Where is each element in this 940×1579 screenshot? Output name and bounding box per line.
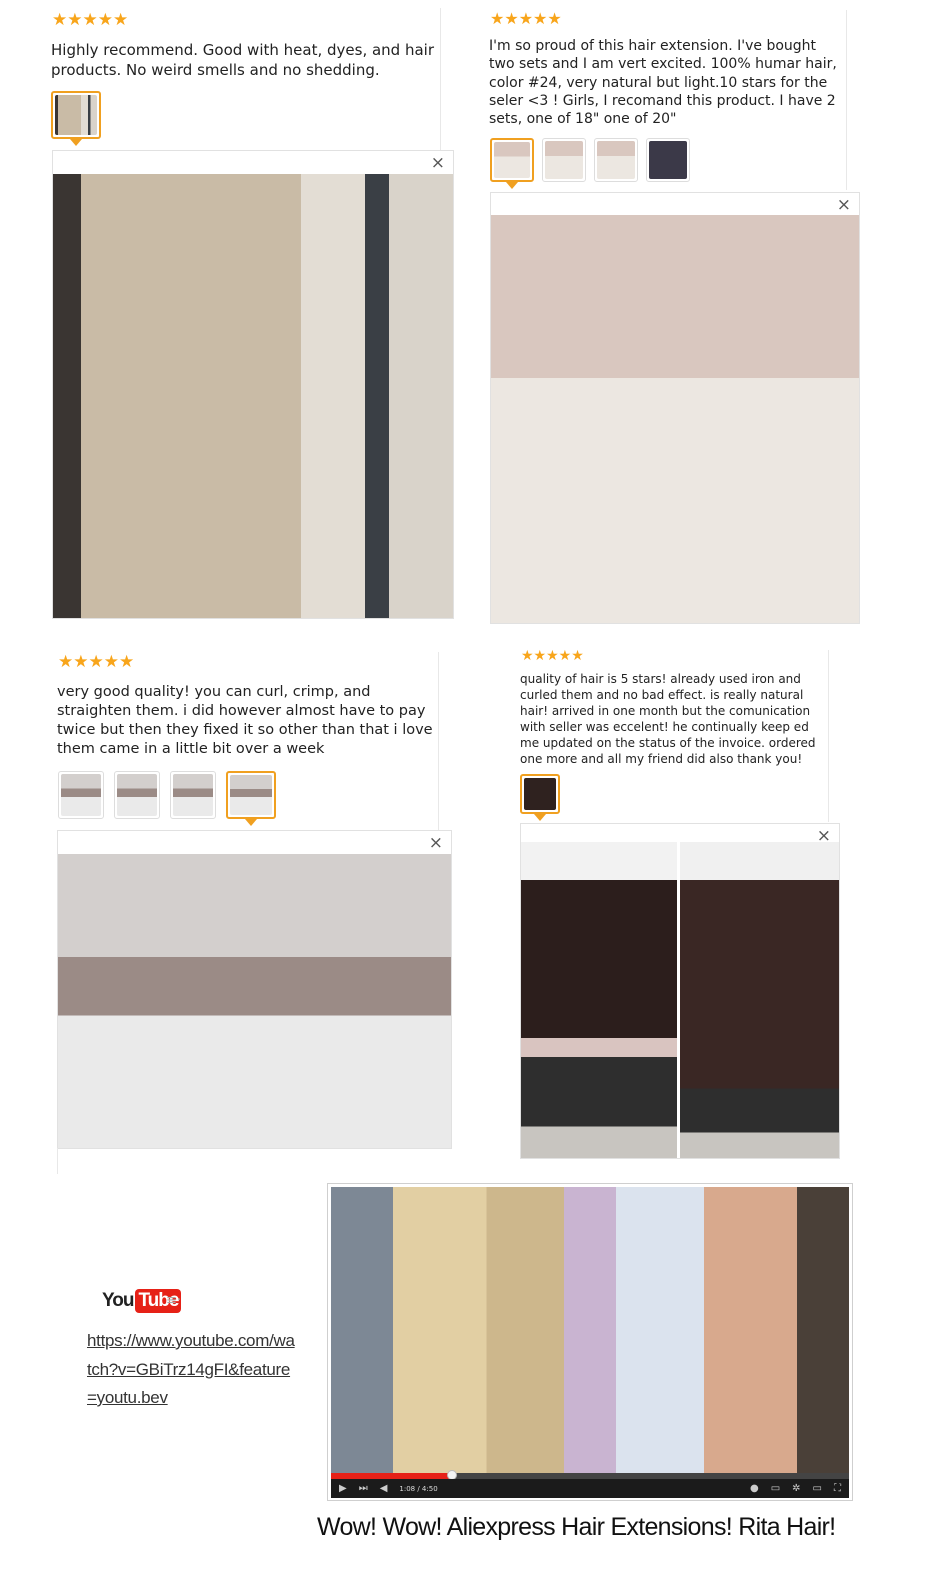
close-icon[interactable]: ×: [837, 195, 851, 215]
review-thumbnail[interactable]: [226, 771, 276, 826]
review-thumbnails: [520, 774, 560, 821]
after-photo: [680, 842, 839, 1158]
review-thumbnail[interactable]: [58, 771, 104, 819]
video-time: 1:08 / 4:50: [399, 1484, 438, 1493]
review-thumbnail[interactable]: [490, 138, 534, 189]
youtube-link[interactable]: https://www.youtube.com/watch?v=GBiTrz14…: [87, 1327, 297, 1413]
review-photo: [58, 854, 451, 1148]
column-divider: [440, 8, 441, 150]
image-viewer: ×: [57, 830, 452, 1149]
video-controls: ▶ ⏭ ◀ 1:08 / 4:50 ● ▭ ✲ ▭ ⛶: [331, 1479, 849, 1498]
review-text: very good quality! you can curl, crimp, …: [57, 684, 433, 757]
column-divider: [438, 652, 439, 830]
review-text: I'm so proud of this hair extension. I'v…: [489, 38, 837, 128]
video-player[interactable]: ▶ ⏭ ◀ 1:08 / 4:50 ● ▭ ✲ ▭ ⛶: [327, 1183, 853, 1501]
video-frame[interactable]: [331, 1187, 849, 1473]
review-thumbnails: [490, 138, 690, 189]
review-thumbnail[interactable]: [594, 138, 638, 182]
info-icon[interactable]: ●: [750, 1483, 759, 1494]
review-thumbnail[interactable]: [542, 138, 586, 182]
image-viewer: ×: [52, 150, 454, 619]
review-photo: [53, 174, 453, 618]
image-viewer: ×: [520, 823, 840, 1159]
review-photo: [521, 842, 839, 1158]
menu-icon[interactable]: ≡·: [166, 1293, 181, 1308]
review-thumbnail[interactable]: [520, 774, 560, 821]
review-thumbnail[interactable]: [51, 91, 101, 146]
column-divider: [846, 10, 847, 190]
video-caption: Wow! Wow! Aliexpress Hair Extensions! Ri…: [317, 1513, 836, 1541]
rating-stars: ★★★★★: [58, 652, 135, 672]
review-thumbnail[interactable]: [646, 138, 690, 182]
review-thumbnails: [51, 91, 101, 146]
settings-icon[interactable]: ✲: [792, 1483, 800, 1494]
review-thumbnails: [58, 771, 276, 826]
review-text: quality of hair is 5 stars! already used…: [520, 672, 816, 766]
theater-icon[interactable]: ▭: [813, 1483, 822, 1494]
review-thumbnail[interactable]: [170, 771, 216, 819]
captions-icon[interactable]: ▭: [771, 1483, 780, 1494]
column-divider: [57, 1148, 58, 1174]
review-thumbnail[interactable]: [114, 771, 160, 819]
close-icon[interactable]: ×: [429, 833, 443, 853]
review-text: Highly recommend. Good with heat, dyes, …: [51, 41, 434, 79]
fullscreen-icon[interactable]: ⛶: [834, 1483, 841, 1494]
play-icon[interactable]: ▶: [339, 1483, 347, 1494]
next-icon[interactable]: ⏭: [359, 1483, 368, 1494]
rating-stars: ★★★★★: [521, 648, 584, 664]
rating-stars: ★★★★★: [490, 9, 562, 28]
rating-stars: ★★★★★: [52, 10, 129, 30]
review-photo: [491, 215, 859, 623]
volume-icon[interactable]: ◀: [380, 1483, 388, 1494]
image-viewer: ×: [490, 192, 860, 624]
column-divider: [828, 650, 829, 822]
close-icon[interactable]: ×: [431, 153, 445, 173]
before-photo: [521, 842, 680, 1158]
